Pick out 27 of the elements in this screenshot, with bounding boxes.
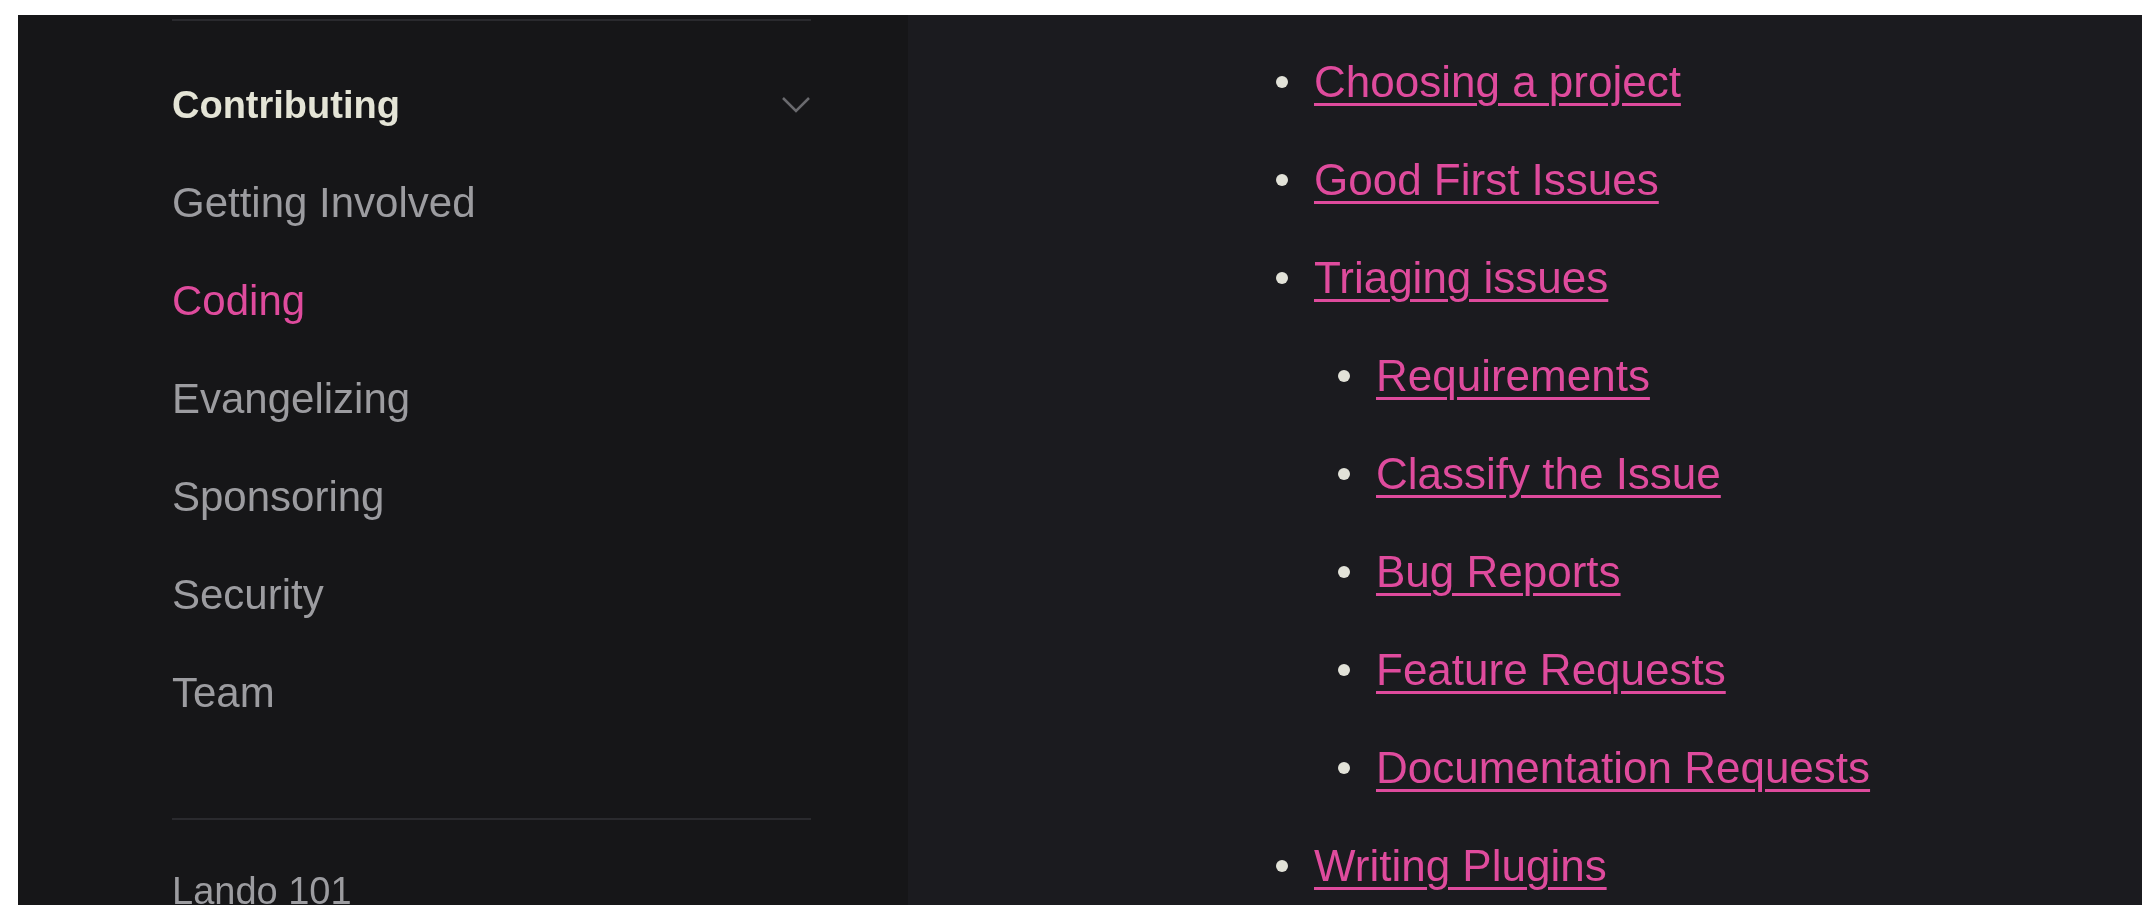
sidebar-link[interactable]: Team (172, 644, 275, 742)
sidebar-link[interactable]: Security (172, 546, 324, 644)
toc-link[interactable]: Documentation Requests (1376, 740, 1871, 796)
toc-link[interactable]: Choosing a project (1314, 54, 1681, 110)
toc-link[interactable]: Bug Reports (1376, 544, 1621, 600)
bullet-icon (1338, 370, 1350, 382)
toc-link[interactable]: Triaging issues (1314, 250, 1609, 306)
toc-link[interactable]: Feature Requests (1376, 642, 1726, 698)
toc-link[interactable]: Classify the Issue (1376, 446, 1721, 502)
toc-link[interactable]: Requirements (1376, 348, 1650, 404)
bullet-icon (1276, 174, 1288, 186)
section-title[interactable]: Contributing (172, 83, 400, 127)
bullet-icon (1338, 468, 1350, 480)
bullet-icon (1276, 76, 1288, 88)
bullet-icon (1338, 664, 1350, 676)
bullet-icon (1276, 272, 1288, 284)
toc-link[interactable]: Good First Issues (1314, 152, 1659, 208)
section-title[interactable]: Lando 101 (172, 868, 811, 905)
toc-link[interactable]: Writing Plugins (1314, 838, 1607, 894)
sidebar-link[interactable]: Sponsoring (172, 448, 385, 546)
sidebar-link[interactable]: Getting Involved (172, 154, 476, 252)
bullet-icon (1338, 566, 1350, 578)
sidebar-link[interactable]: Coding (172, 252, 306, 350)
sidebar-link[interactable]: Evangelizing (172, 350, 411, 448)
bullet-icon (1338, 762, 1350, 774)
chevron-icon[interactable] (781, 96, 811, 114)
bullet-icon (1276, 860, 1288, 872)
